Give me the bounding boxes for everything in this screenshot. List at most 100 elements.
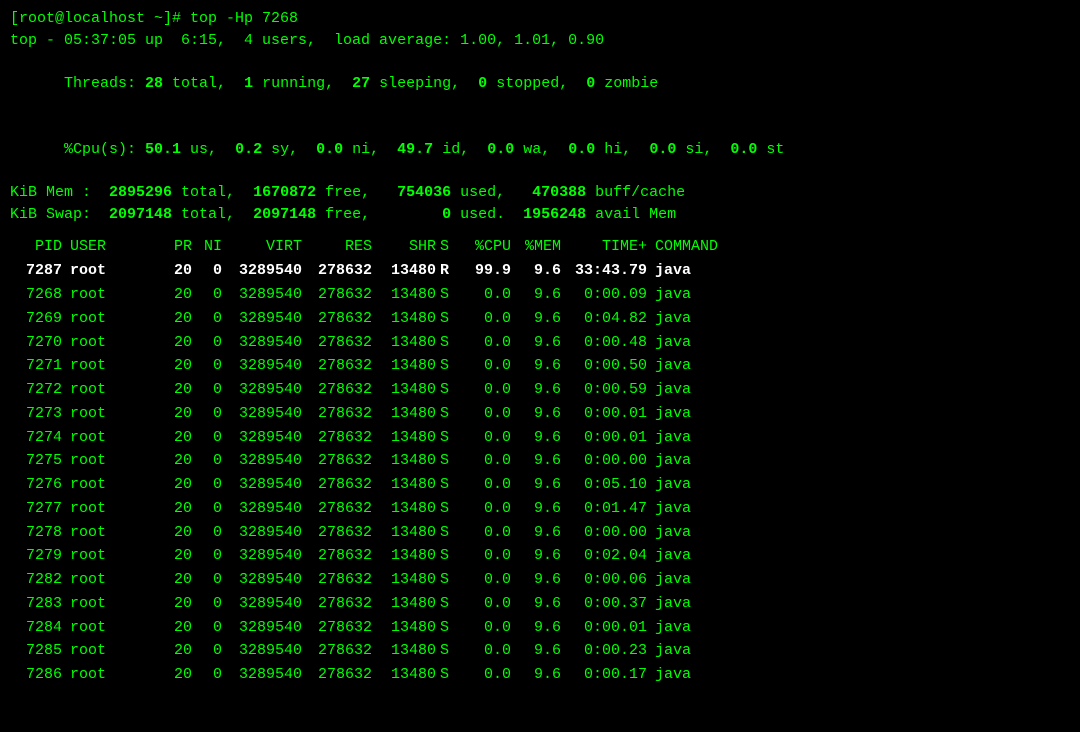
cell-pr: 20 <box>160 427 200 449</box>
header-mem: %MEM <box>515 236 565 258</box>
cell-res: 278632 <box>310 355 380 377</box>
cell-pid: 7283 <box>10 593 70 615</box>
table-row: 7278root200328954027863213480S0.09.60:00… <box>10 521 1070 545</box>
header-section: [root@localhost ~]# top -Hp 7268 top - 0… <box>10 8 1070 226</box>
cell-cpu: 0.0 <box>460 545 515 567</box>
cell-time: 0:01.47 <box>565 498 655 520</box>
cell-ni: 0 <box>200 450 230 472</box>
cell-time: 0:04.82 <box>565 308 655 330</box>
cpu-sy-text: sy, <box>262 141 298 158</box>
cell-res: 278632 <box>310 403 380 425</box>
cpu-st: 0.0 <box>730 141 757 158</box>
cell-user: root <box>70 569 160 591</box>
cell-cpu: 99.9 <box>460 260 515 282</box>
cell-time: 0:00.09 <box>565 284 655 306</box>
cell-mem: 9.6 <box>515 379 565 401</box>
cell-time: 0:00.37 <box>565 593 655 615</box>
cell-time: 0:00.00 <box>565 522 655 544</box>
threads-line: Threads: 28 total, 1 running, 27 sleepin… <box>10 52 1070 117</box>
cell-s: S <box>440 664 460 686</box>
cpu-si-text: si, <box>676 141 712 158</box>
table-row: 7274root200328954027863213480S0.09.60:00… <box>10 426 1070 450</box>
cell-cmd: java <box>655 664 755 686</box>
cell-time: 0:00.06 <box>565 569 655 591</box>
cell-cmd: java <box>655 427 755 449</box>
cell-pid: 7285 <box>10 640 70 662</box>
cell-pr: 20 <box>160 522 200 544</box>
cell-user: root <box>70 474 160 496</box>
cell-time: 0:00.23 <box>565 640 655 662</box>
cell-s: S <box>440 545 460 567</box>
cell-s: S <box>440 355 460 377</box>
cell-pr: 20 <box>160 332 200 354</box>
swap-line: KiB Swap: 2097148 total, 2097148 free, 0… <box>10 204 1070 226</box>
cell-ni: 0 <box>200 403 230 425</box>
cell-s: S <box>440 308 460 330</box>
cell-time: 0:05.10 <box>565 474 655 496</box>
cell-s: S <box>440 522 460 544</box>
cell-virt: 3289540 <box>230 640 310 662</box>
cpu-prefix: %Cpu(s): <box>64 141 145 158</box>
mem-total: 2895296 <box>109 184 172 201</box>
cpu-sy: 0.2 <box>235 141 262 158</box>
cell-mem: 9.6 <box>515 664 565 686</box>
cell-cpu: 0.0 <box>460 522 515 544</box>
cell-s: S <box>440 450 460 472</box>
cell-ni: 0 <box>200 664 230 686</box>
header-pid: PID <box>10 236 70 258</box>
cell-user: root <box>70 593 160 615</box>
mem-buff: 470388 <box>532 184 586 201</box>
threads-sleeping: 27 <box>352 75 370 92</box>
cell-pid: 7268 <box>10 284 70 306</box>
cell-time: 0:00.01 <box>565 427 655 449</box>
cell-mem: 9.6 <box>515 522 565 544</box>
cell-s: S <box>440 427 460 449</box>
table-row: 7270root200328954027863213480S0.09.60:00… <box>10 331 1070 355</box>
cpu-ni: 0.0 <box>316 141 343 158</box>
table-row: 7272root200328954027863213480S0.09.60:00… <box>10 378 1070 402</box>
table-row: 7285root200328954027863213480S0.09.60:00… <box>10 639 1070 663</box>
cpu-wa: 0.0 <box>487 141 514 158</box>
cell-pr: 20 <box>160 308 200 330</box>
cell-pid: 7269 <box>10 308 70 330</box>
header-ni: NI <box>200 236 230 258</box>
cell-cmd: java <box>655 379 755 401</box>
cell-cmd: java <box>655 332 755 354</box>
cell-res: 278632 <box>310 308 380 330</box>
cell-res: 278632 <box>310 450 380 472</box>
cell-cmd: java <box>655 522 755 544</box>
header-shr: SHR <box>380 236 440 258</box>
cell-user: root <box>70 640 160 662</box>
cell-virt: 3289540 <box>230 308 310 330</box>
cpu-ni-text: ni, <box>343 141 379 158</box>
table-body: 7287root200328954027863213480R99.99.633:… <box>10 259 1070 687</box>
cell-time: 0:00.00 <box>565 450 655 472</box>
cell-res: 278632 <box>310 545 380 567</box>
cell-cpu: 0.0 <box>460 379 515 401</box>
cell-shr: 13480 <box>380 379 440 401</box>
table-row: 7275root200328954027863213480S0.09.60:00… <box>10 449 1070 473</box>
threads-total-text: total, <box>163 75 226 92</box>
cell-shr: 13480 <box>380 498 440 520</box>
cell-shr: 13480 <box>380 664 440 686</box>
cell-pr: 20 <box>160 664 200 686</box>
cell-mem: 9.6 <box>515 498 565 520</box>
cell-pr: 20 <box>160 450 200 472</box>
cell-pid: 7276 <box>10 474 70 496</box>
top-line: top - 05:37:05 up 6:15, 4 users, load av… <box>10 30 1070 52</box>
cell-mem: 9.6 <box>515 355 565 377</box>
header-s: S <box>440 236 460 258</box>
threads-running-text: running, <box>253 75 334 92</box>
cell-cpu: 0.0 <box>460 332 515 354</box>
threads-prefix: Threads: <box>64 75 145 92</box>
table-row: 7282root200328954027863213480S0.09.60:00… <box>10 568 1070 592</box>
table-header-row: PID USER PR NI VIRT RES SHR S %CPU %MEM … <box>10 234 1070 260</box>
cell-res: 278632 <box>310 522 380 544</box>
table-row: 7286root200328954027863213480S0.09.60:00… <box>10 663 1070 687</box>
cell-pid: 7273 <box>10 403 70 425</box>
cell-user: root <box>70 664 160 686</box>
cell-pid: 7275 <box>10 450 70 472</box>
cell-virt: 3289540 <box>230 450 310 472</box>
cell-virt: 3289540 <box>230 379 310 401</box>
cell-user: root <box>70 332 160 354</box>
